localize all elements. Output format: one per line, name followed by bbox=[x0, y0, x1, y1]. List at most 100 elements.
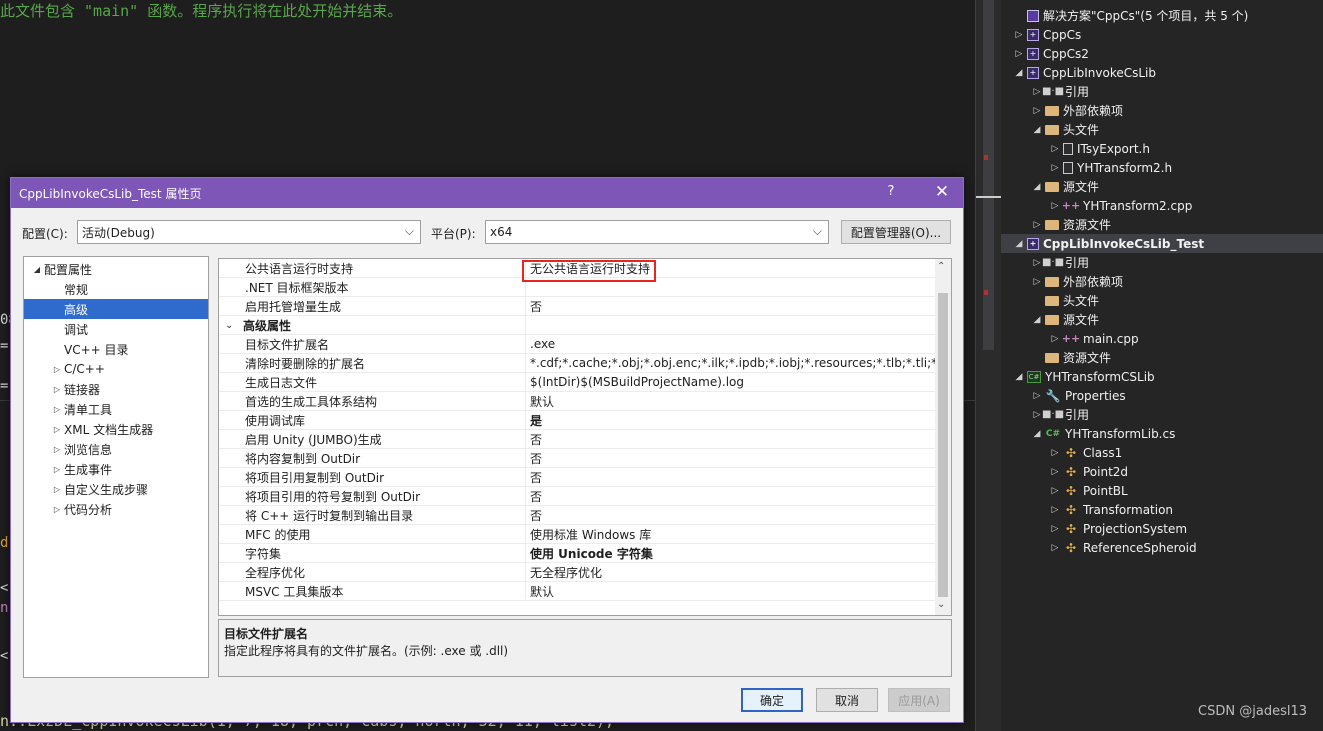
property-value[interactable]: .exe bbox=[530, 337, 935, 351]
close-button[interactable]: ✕ bbox=[931, 182, 953, 202]
collapsed-arrow-icon[interactable]: ▷ bbox=[1049, 524, 1061, 534]
collapsed-arrow-icon[interactable]: ▷ bbox=[1031, 106, 1043, 116]
solution-tree-item[interactable]: ▷ ■·■ 引用 bbox=[1001, 405, 1323, 424]
solution-tree-item[interactable]: ▷ 🔧 Properties bbox=[1001, 386, 1323, 405]
expanded-arrow-icon[interactable]: ◢ bbox=[1031, 315, 1043, 325]
collapsed-arrow-icon[interactable]: ▷ bbox=[1049, 505, 1061, 515]
property-tree-item[interactable]: ▷ 生成事件 bbox=[24, 459, 208, 479]
property-tree-item[interactable]: ▷ 清单工具 bbox=[24, 399, 208, 419]
property-category[interactable]: ⌄ 高级属性 bbox=[219, 316, 935, 335]
solution-tree-item[interactable]: ▷ 外部依赖项 bbox=[1001, 101, 1323, 120]
property-tree-item[interactable]: 调试 bbox=[24, 319, 208, 339]
property-row[interactable]: 字符集 使用 Unicode 字符集 bbox=[219, 544, 935, 563]
config-manager-button[interactable]: 配置管理器(O)... bbox=[841, 220, 951, 244]
solution-tree-item[interactable]: ▷ YHTransform2.h bbox=[1001, 158, 1323, 177]
collapsed-arrow-icon[interactable]: ▷ bbox=[50, 405, 64, 414]
scrollbar-thumb[interactable] bbox=[983, 0, 994, 350]
property-tree-item[interactable]: ◢ 配置属性 bbox=[24, 259, 208, 279]
apply-button[interactable]: 应用(A) bbox=[888, 688, 950, 712]
property-value[interactable]: 否 bbox=[530, 507, 935, 524]
column-divider[interactable] bbox=[525, 259, 526, 599]
chevron-down-icon[interactable]: ⌄ bbox=[225, 320, 233, 331]
expanded-arrow-icon[interactable]: ◢ bbox=[1013, 372, 1025, 382]
solution-tree-item[interactable]: ▷ + CppCs2 bbox=[1001, 44, 1323, 63]
collapsed-arrow-icon[interactable]: ▷ bbox=[1049, 163, 1061, 173]
collapsed-arrow-icon[interactable]: ▷ bbox=[50, 425, 64, 434]
collapsed-arrow-icon[interactable]: ▷ bbox=[1049, 467, 1061, 477]
property-row[interactable]: 启用 Unity (JUMBO)生成 否 bbox=[219, 430, 935, 449]
property-tree-item[interactable]: ▷ 浏览信息 bbox=[24, 439, 208, 459]
property-row[interactable]: 启用托管增量生成 否 bbox=[219, 297, 935, 316]
collapsed-arrow-icon[interactable]: ▷ bbox=[50, 465, 64, 474]
solution-tree-item[interactable]: ◢ 头文件 bbox=[1001, 120, 1323, 139]
property-row[interactable]: MFC 的使用 使用标准 Windows 库 bbox=[219, 525, 935, 544]
property-value[interactable]: 否 bbox=[530, 469, 935, 486]
expanded-arrow-icon[interactable]: ◢ bbox=[1013, 68, 1025, 78]
collapsed-arrow-icon[interactable]: ▷ bbox=[1031, 277, 1043, 287]
collapsed-arrow-icon[interactable]: ▷ bbox=[1049, 334, 1061, 344]
property-value[interactable]: 使用 Unicode 字符集 bbox=[530, 545, 935, 562]
property-tree-item[interactable]: VC++ 目录 bbox=[24, 339, 208, 359]
solution-tree-item[interactable]: ▷ ✣ ProjectionSystem bbox=[1001, 519, 1323, 538]
expanded-arrow-icon[interactable]: ◢ bbox=[1031, 429, 1043, 439]
property-row[interactable]: 首选的生成工具体系结构 默认 bbox=[219, 392, 935, 411]
solution-tree-item[interactable]: ▷ ++ main.cpp bbox=[1001, 329, 1323, 348]
solution-tree-item[interactable]: ◢ 源文件 bbox=[1001, 310, 1323, 329]
solution-tree-item[interactable]: 解决方案"CppCs"(5 个项目，共 5 个) bbox=[1001, 6, 1323, 25]
property-row[interactable]: 使用调试库 是 bbox=[219, 411, 935, 430]
collapsed-arrow-icon[interactable]: ▷ bbox=[50, 385, 64, 394]
collapsed-arrow-icon[interactable]: ▷ bbox=[50, 485, 64, 494]
collapsed-arrow-icon[interactable]: ▷ bbox=[1013, 30, 1025, 40]
collapsed-arrow-icon[interactable]: ▷ bbox=[50, 445, 64, 454]
expanded-arrow-icon[interactable]: ◢ bbox=[1031, 182, 1043, 192]
config-dropdown[interactable]: 活动(Debug) ⌵ bbox=[77, 220, 421, 244]
expanded-arrow-icon[interactable]: ◢ bbox=[1013, 239, 1025, 249]
collapsed-arrow-icon[interactable]: ▷ bbox=[1031, 391, 1043, 401]
property-row[interactable]: 清除时要删除的扩展名 *.cdf;*.cache;*.obj;*.obj.enc;… bbox=[219, 354, 935, 373]
ok-button[interactable]: 确定 bbox=[741, 688, 803, 712]
solution-tree-item[interactable]: ▷ ✣ Class1 bbox=[1001, 443, 1323, 462]
help-button[interactable]: ? bbox=[881, 184, 901, 202]
solution-tree-item[interactable]: ◢ C# YHTransformLib.cs bbox=[1001, 424, 1323, 443]
property-row[interactable]: 将内容复制到 OutDir 否 bbox=[219, 449, 935, 468]
property-row[interactable]: MSVC 工具集版本 默认 bbox=[219, 582, 935, 601]
property-tree-item[interactable]: ▷ 自定义生成步骤 bbox=[24, 479, 208, 499]
property-value[interactable]: $(IntDir)$(MSBuildProjectName).log bbox=[530, 375, 935, 389]
dialog-titlebar[interactable]: CppLibInvokeCsLib_Test 属性页 ? ✕ bbox=[11, 178, 963, 208]
collapsed-arrow-icon[interactable]: ▷ bbox=[50, 365, 64, 374]
collapsed-arrow-icon[interactable]: ▷ bbox=[1049, 144, 1061, 154]
solution-tree-item[interactable]: 头文件 bbox=[1001, 291, 1323, 310]
solution-tree-item[interactable]: ▷ ■·■ 引用 bbox=[1001, 253, 1323, 272]
editor-scrollbar[interactable] bbox=[975, 0, 1002, 731]
property-tree-item[interactable]: ▷ C/C++ bbox=[24, 359, 208, 379]
expanded-arrow-icon[interactable]: ◢ bbox=[1031, 125, 1043, 135]
collapsed-arrow-icon[interactable]: ▷ bbox=[50, 505, 64, 514]
property-tree-item[interactable]: ▷ XML 文档生成器 bbox=[24, 419, 208, 439]
collapsed-arrow-icon[interactable]: ▷ bbox=[1013, 49, 1025, 59]
collapsed-arrow-icon[interactable]: ▷ bbox=[1049, 543, 1061, 553]
solution-tree-item[interactable]: ▷ ✣ ReferenceSpheroid bbox=[1001, 538, 1323, 557]
solution-tree-item[interactable]: ▷ + CppCs bbox=[1001, 25, 1323, 44]
property-row[interactable]: 将 C++ 运行时复制到输出目录 否 bbox=[219, 506, 935, 525]
solution-tree-item[interactable]: ◢ C# YHTransformCSLib bbox=[1001, 367, 1323, 386]
property-tree-item[interactable]: ▷ 链接器 bbox=[24, 379, 208, 399]
collapsed-arrow-icon[interactable]: ▷ bbox=[1049, 201, 1061, 211]
property-value[interactable]: 否 bbox=[530, 488, 935, 505]
grid-scrollbar[interactable]: ⌃ ⌄ bbox=[935, 259, 951, 615]
property-value[interactable]: 否 bbox=[530, 450, 935, 467]
solution-tree-item[interactable]: ▷ 外部依赖项 bbox=[1001, 272, 1323, 291]
property-tree-item[interactable]: 常规 bbox=[24, 279, 208, 299]
property-row[interactable]: 生成日志文件 $(IntDir)$(MSBuildProjectName).log bbox=[219, 373, 935, 392]
property-row[interactable]: 全程序优化 无全程序优化 bbox=[219, 563, 935, 582]
property-value[interactable]: 默认 bbox=[530, 393, 935, 410]
property-value[interactable]: 是 bbox=[530, 412, 935, 429]
solution-tree-item[interactable]: 资源文件 bbox=[1001, 348, 1323, 367]
solution-tree-item[interactable]: ▷ ✣ Transformation bbox=[1001, 500, 1323, 519]
solution-tree-item[interactable]: ▷ ✣ Point2d bbox=[1001, 462, 1323, 481]
property-value[interactable]: 使用标准 Windows 库 bbox=[530, 526, 935, 543]
scroll-up-icon[interactable]: ⌃ bbox=[937, 261, 945, 272]
property-value[interactable]: 默认 bbox=[530, 583, 935, 600]
property-tree-item[interactable]: 高级 bbox=[24, 299, 208, 319]
collapsed-arrow-icon[interactable]: ▷ bbox=[1049, 486, 1061, 496]
collapsed-arrow-icon[interactable]: ▷ bbox=[1049, 448, 1061, 458]
